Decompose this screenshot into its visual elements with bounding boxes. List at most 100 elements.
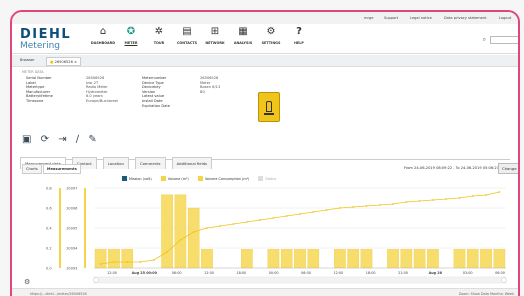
consumption-bar[interactable] <box>267 249 280 269</box>
pencil-icon[interactable]: ✎ <box>88 134 96 145</box>
volume-point[interactable] <box>312 211 315 213</box>
consumption-bar[interactable] <box>480 249 492 269</box>
volume-point[interactable] <box>458 197 461 199</box>
volume-point[interactable] <box>471 195 474 197</box>
legend-item-mission[interactable]: Mission (volt) <box>122 176 152 181</box>
consumption-bar[interactable] <box>334 249 346 269</box>
volume-point[interactable] <box>432 199 434 201</box>
volume-point[interactable] <box>99 263 102 265</box>
volume-point[interactable] <box>219 225 222 227</box>
value: 26506526 <box>200 76 219 80</box>
nav-analysis[interactable]: ▦ ANALYSIS <box>228 26 258 45</box>
consumption-bar[interactable] <box>466 249 479 269</box>
consumption-bar[interactable] <box>174 194 187 269</box>
consumption-bar[interactable] <box>161 194 173 269</box>
volume-point[interactable] <box>392 203 394 205</box>
consumption-bar[interactable] <box>94 249 107 269</box>
volume-point[interactable] <box>152 259 155 261</box>
browser-tab[interactable]: Browser <box>20 58 35 62</box>
nav-help[interactable]: ? HELP <box>284 26 314 45</box>
subtab-measurements[interactable]: Measurements <box>42 164 81 174</box>
nav-contacts[interactable]: ▤ CONTACTS <box>172 26 202 45</box>
volume-point[interactable] <box>485 194 487 196</box>
logout-link[interactable]: Logout <box>499 16 511 20</box>
search-input[interactable] <box>490 36 518 44</box>
meter-tab[interactable]: ■ 26506526 × <box>46 57 82 66</box>
range-navigator[interactable] <box>93 276 507 284</box>
legend-item-consumption[interactable]: Volume Consumption (m³) <box>197 176 249 181</box>
meter-icon: ✪ <box>126 26 136 37</box>
tab-additional-fields[interactable]: Additional fields <box>171 157 213 169</box>
x-tick-label: 18:00 <box>366 271 376 275</box>
volume-point[interactable] <box>405 201 408 203</box>
consumption-bar[interactable] <box>187 207 200 269</box>
consumption-bar[interactable] <box>294 249 306 269</box>
consumption-bar[interactable] <box>347 249 359 269</box>
consumption-bar[interactable] <box>121 249 134 269</box>
volume-point[interactable] <box>232 223 235 225</box>
tab-location[interactable]: Location <box>102 157 129 169</box>
x-tick-label: 03:00 <box>463 271 473 275</box>
nav-network[interactable]: ⊞ NETWORK <box>200 26 230 45</box>
volume-point[interactable] <box>498 191 501 193</box>
volume-point[interactable] <box>272 217 275 219</box>
volume-point[interactable] <box>126 261 129 263</box>
volume-point[interactable] <box>259 219 262 221</box>
export-icon[interactable]: ⇥ <box>58 134 66 145</box>
refresh-icon[interactable]: ⟳ <box>41 134 49 145</box>
support-link[interactable]: Support <box>384 16 398 20</box>
legend-item-status[interactable]: Status <box>258 176 276 181</box>
edit-icon[interactable]: ∕ <box>76 134 79 145</box>
volume-point[interactable] <box>352 206 355 208</box>
legend-item-volume[interactable]: Volume (m³) <box>160 176 189 181</box>
info-labels-1: Serial Number Label Metertype Manufactur… <box>26 76 53 104</box>
navigator-handle-right[interactable] <box>501 277 507 283</box>
consumption-bar[interactable] <box>108 249 120 269</box>
settings-gear-icon[interactable]: ⚙ <box>24 278 30 286</box>
consumption-bar[interactable] <box>280 249 293 269</box>
volume-point[interactable] <box>325 209 328 211</box>
volume-point[interactable] <box>338 207 341 209</box>
x-tick-label: Aug 26 <box>429 271 443 275</box>
privacy-link[interactable]: Data privacy statement <box>444 16 487 20</box>
nav-tour[interactable]: ✲ TOUR <box>144 26 174 45</box>
nav-meter[interactable]: ✪ METER <box>116 26 146 45</box>
consumption-bar[interactable] <box>201 249 213 269</box>
nav-label: TOUR <box>153 41 165 45</box>
consumption-bar[interactable] <box>241 249 253 269</box>
nav-settings[interactable]: ⚙ SETTINGS <box>256 26 286 45</box>
volume-point[interactable] <box>179 239 182 241</box>
volume-point[interactable] <box>139 261 142 263</box>
volume-point[interactable] <box>365 205 368 207</box>
y-right-tick-label: 10093 <box>66 267 77 271</box>
consumption-bar[interactable] <box>307 249 320 269</box>
volume-point[interactable] <box>378 204 381 206</box>
meter-tab-label: 26506526 <box>54 60 73 64</box>
navigator-handle-left[interactable] <box>93 277 99 283</box>
volume-point[interactable] <box>166 251 168 253</box>
consumption-bar[interactable] <box>427 249 439 269</box>
volume-point[interactable] <box>206 227 208 229</box>
user-link[interactable]: mrge <box>364 16 373 20</box>
volume-point[interactable] <box>192 231 195 233</box>
consumption-bar[interactable] <box>453 249 466 269</box>
tab-comments[interactable]: Comments <box>134 157 166 169</box>
consumption-bar[interactable] <box>387 249 399 269</box>
nav-label: SETTINGS <box>261 41 281 45</box>
volume-point[interactable] <box>113 261 115 263</box>
subtab-charts[interactable]: Charts <box>22 164 42 174</box>
consumption-bar[interactable] <box>360 249 373 269</box>
change-button[interactable]: Change <box>498 163 518 174</box>
volume-point[interactable] <box>445 198 448 200</box>
volume-point[interactable] <box>418 200 421 202</box>
save-icon[interactable]: ▣ <box>22 134 31 145</box>
volume-point[interactable] <box>245 221 248 223</box>
close-icon[interactable]: × <box>74 60 77 64</box>
nav-dashboard[interactable]: ⌂ DASHBOARD <box>88 26 118 45</box>
legal-notice-link[interactable]: Legal notice <box>410 16 432 20</box>
volume-point[interactable] <box>299 213 301 215</box>
consumption-bar[interactable] <box>493 249 506 269</box>
volume-point[interactable] <box>285 215 288 217</box>
consumption-bar[interactable] <box>400 249 413 269</box>
consumption-bar[interactable] <box>413 249 426 269</box>
